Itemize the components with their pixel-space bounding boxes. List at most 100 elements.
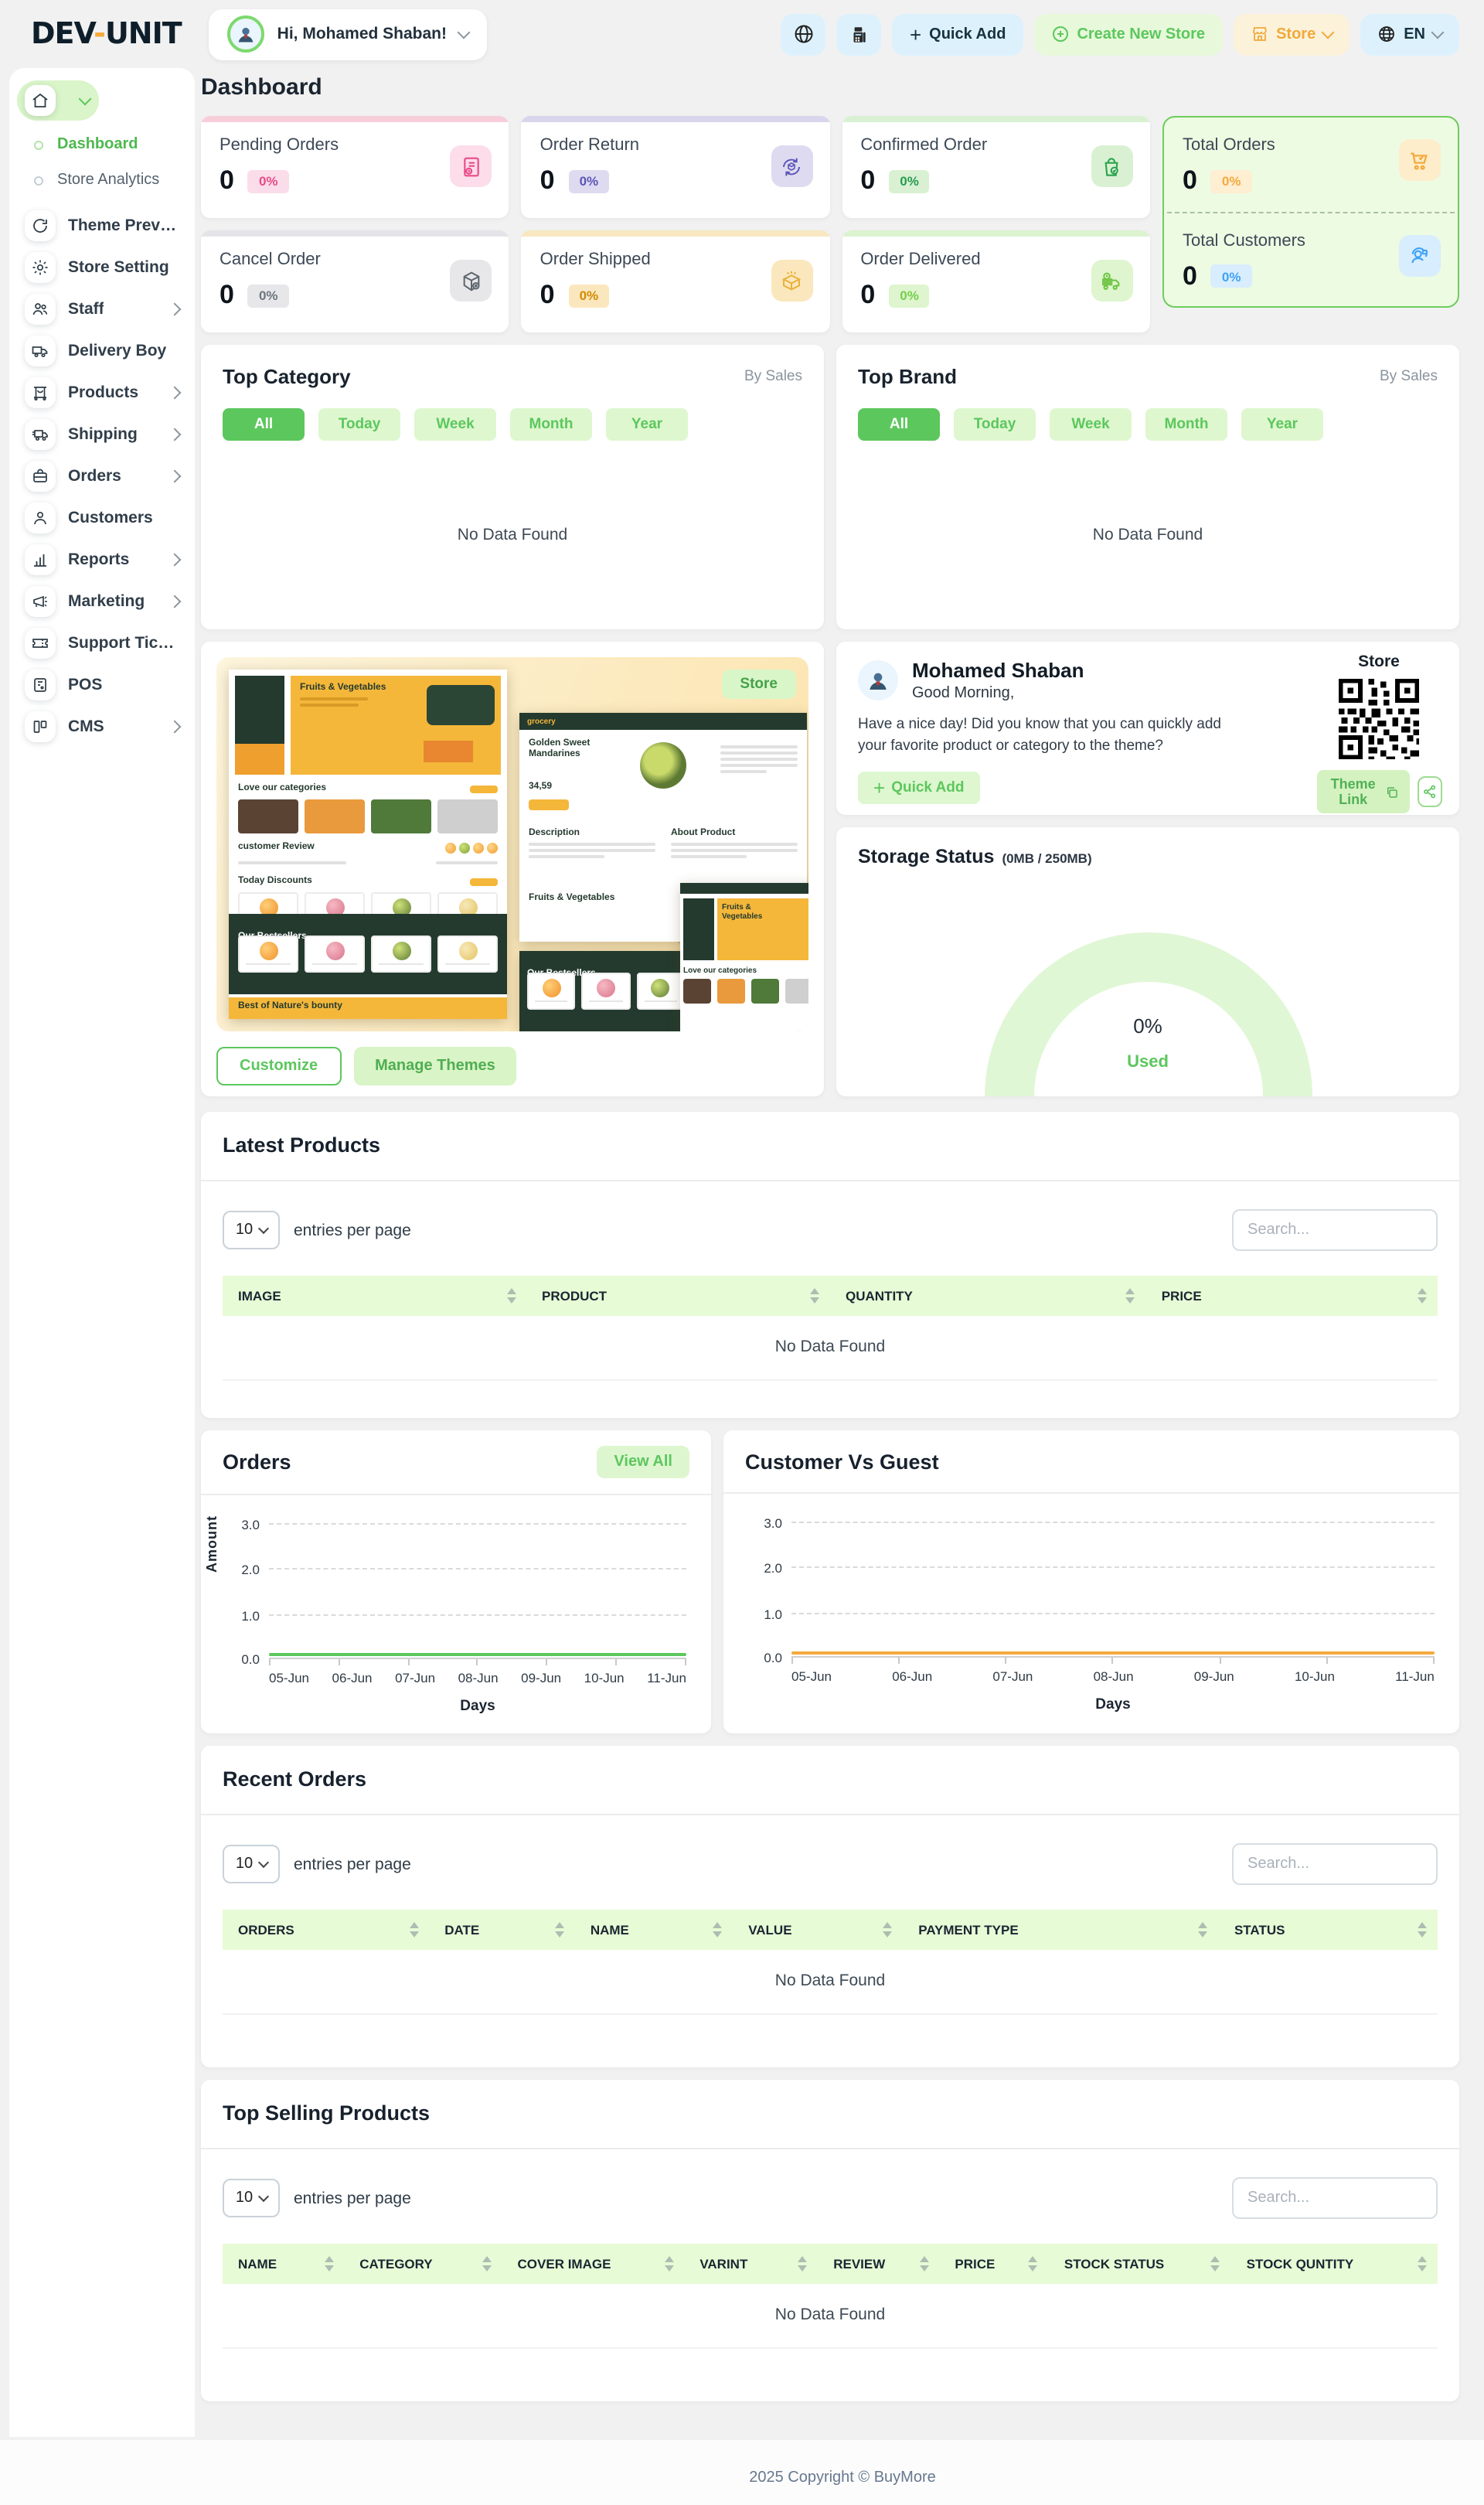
theme-link-button[interactable]: Theme Link: [1316, 770, 1410, 813]
sidebar-item-pos[interactable]: POS: [9, 663, 195, 705]
theme-hero-title: Fruits & Vegetables: [300, 683, 390, 694]
filter-pill-month[interactable]: Month: [1145, 408, 1227, 441]
filter-pill-today[interactable]: Today: [318, 408, 400, 441]
column-header[interactable]: VALUE: [733, 1910, 903, 1950]
search-input[interactable]: [1232, 1209, 1438, 1251]
table-controls: 10 entries per page: [223, 1843, 1438, 1885]
chevron-down-icon: [257, 2191, 268, 2202]
entries-select[interactable]: 10: [223, 1211, 280, 1249]
stat-value: 0: [1183, 165, 1197, 196]
latest-products-table: IMAGE PRODUCT QUANTITY PRICE No Data Fou…: [223, 1276, 1438, 1381]
storage-gauge: 0% Used: [836, 867, 1459, 1096]
quick-add-button[interactable]: +Quick Add: [858, 771, 980, 803]
customize-button[interactable]: Customize: [216, 1047, 341, 1086]
sidebar-item-cms[interactable]: CMS: [9, 705, 195, 747]
section-title: Recent Orders: [223, 1767, 366, 1791]
filter-pill-year[interactable]: Year: [1241, 408, 1323, 441]
sidebar-item-dashboard[interactable]: Dashboard: [17, 80, 99, 121]
column-header[interactable]: DATE: [429, 1910, 575, 1950]
create-new-store-button[interactable]: Create New Store: [1033, 13, 1222, 55]
share-button[interactable]: [1418, 776, 1441, 807]
column-header[interactable]: PRICE: [939, 2244, 1048, 2284]
stat-label: Confirmed Order: [860, 136, 1132, 155]
entries-label: entries per page: [294, 2189, 411, 2207]
globe-icon: [793, 23, 815, 45]
filter-pill-year[interactable]: Year: [606, 408, 688, 441]
create-store-label: Create New Store: [1077, 26, 1205, 43]
sidebar-subitem-store-analytics[interactable]: Store Analytics: [9, 162, 195, 198]
customer-guest-line-series: [791, 1651, 1435, 1655]
column-header[interactable]: PRODUCT: [526, 1276, 830, 1316]
shipping-icon: [25, 418, 56, 449]
plus-icon: +: [910, 24, 921, 44]
sidebar-item-reports[interactable]: Reports: [9, 538, 195, 580]
sidebar-submenu: Dashboard Store Analytics: [9, 127, 195, 198]
language-dropdown-button[interactable]: EN: [1360, 13, 1459, 55]
sidebar-item-orders[interactable]: Orders: [9, 455, 195, 496]
filter-pill-all[interactable]: All: [858, 408, 940, 441]
logo-suffix: UNIT: [105, 17, 182, 51]
store-dropdown-button[interactable]: Store: [1233, 13, 1350, 55]
column-header[interactable]: STOCK QUNTITY: [1231, 2244, 1438, 2284]
quick-add-button[interactable]: + Quick Add: [893, 13, 1023, 55]
user-menu[interactable]: Hi, Mohamed Shaban!: [209, 9, 487, 60]
column-header[interactable]: NAME: [223, 2244, 344, 2284]
sidebar-item-delivery-boy[interactable]: Delivery Boy: [9, 329, 195, 371]
middle-row: Store G Fruits & Vegetables Love our cat…: [201, 642, 1459, 1096]
column-header[interactable]: IMAGE: [223, 1276, 526, 1316]
column-header[interactable]: NAME: [575, 1910, 733, 1950]
search-input[interactable]: [1232, 2177, 1438, 2219]
view-all-button[interactable]: View All: [597, 1446, 689, 1478]
entries-value: 10: [236, 1856, 253, 1873]
home-icon: [25, 85, 56, 116]
filter-pill-all[interactable]: All: [223, 408, 305, 441]
column-header[interactable]: VARINT: [684, 2244, 818, 2284]
sidebar-item-staff[interactable]: Staff: [9, 288, 195, 329]
theme-preview-image[interactable]: Store G Fruits & Vegetables Love our cat…: [216, 657, 808, 1031]
main-content: Dashboard Pending Orders 00% Order Retur…: [201, 68, 1459, 2401]
sidebar-item-label: Products: [68, 383, 138, 401]
sort-icon: [1418, 2256, 1427, 2272]
sidebar-item-label: Delivery Boy: [68, 341, 166, 360]
sidebar-item-marketing[interactable]: Marketing: [9, 580, 195, 622]
sidebar-item-support-ticket[interactable]: Support Ticket: [9, 622, 195, 663]
filter-pill-week[interactable]: Week: [1050, 408, 1132, 441]
pos-terminal-button[interactable]: [837, 13, 882, 55]
column-header[interactable]: REVIEW: [818, 2244, 939, 2284]
column-header[interactable]: STATUS: [1219, 1910, 1438, 1950]
sort-icon: [919, 2256, 928, 2272]
chevron-down-icon: [79, 93, 92, 106]
manage-themes-button[interactable]: Manage Themes: [353, 1047, 517, 1086]
search-input[interactable]: [1232, 1843, 1438, 1885]
filter-pill-today[interactable]: Today: [954, 408, 1036, 441]
store-qr-code[interactable]: [1336, 676, 1422, 762]
sidebar-item-customers[interactable]: Customers: [9, 496, 195, 538]
sidebar-subitem-dashboard[interactable]: Dashboard: [9, 127, 195, 162]
column-header[interactable]: PAYMENT TYPE: [903, 1910, 1219, 1950]
sort-icon: [810, 1288, 819, 1304]
column-header[interactable]: PRICE: [1146, 1276, 1438, 1316]
column-header[interactable]: ORDERS: [223, 1910, 429, 1950]
column-header[interactable]: QUANTITY: [830, 1276, 1146, 1316]
sidebar-item-store-setting[interactable]: Store Setting: [9, 246, 195, 288]
stat-value: 0: [220, 280, 234, 311]
sidebar-item-shipping[interactable]: Shipping: [9, 413, 195, 455]
entries-select[interactable]: 10: [223, 1845, 280, 1883]
column-header[interactable]: CATEGORY: [344, 2244, 502, 2284]
y-tick: 1.0: [739, 1606, 782, 1621]
chevron-down-icon: [257, 1857, 268, 1868]
entries-select[interactable]: 10: [223, 2179, 280, 2217]
topbar-actions: + Quick Add Create New Store Store EN: [781, 13, 1459, 55]
sidebar-item-products[interactable]: Products: [9, 371, 195, 413]
cart-icon: [1399, 139, 1441, 181]
filter-pill-week[interactable]: Week: [414, 408, 496, 441]
stat-label: Order Shipped: [540, 250, 812, 269]
filter-pill-month[interactable]: Month: [510, 408, 592, 441]
stat-value: 0: [1183, 261, 1197, 291]
sidebar-item-theme-preview[interactable]: Theme Preview: [9, 204, 195, 246]
globe-button[interactable]: [781, 13, 826, 55]
sidebar-subitem-label: Dashboard: [57, 136, 138, 153]
column-header[interactable]: COVER IMAGE: [502, 2244, 685, 2284]
column-header[interactable]: STOCK STATUS: [1049, 2244, 1231, 2284]
reports-icon: [25, 544, 56, 574]
